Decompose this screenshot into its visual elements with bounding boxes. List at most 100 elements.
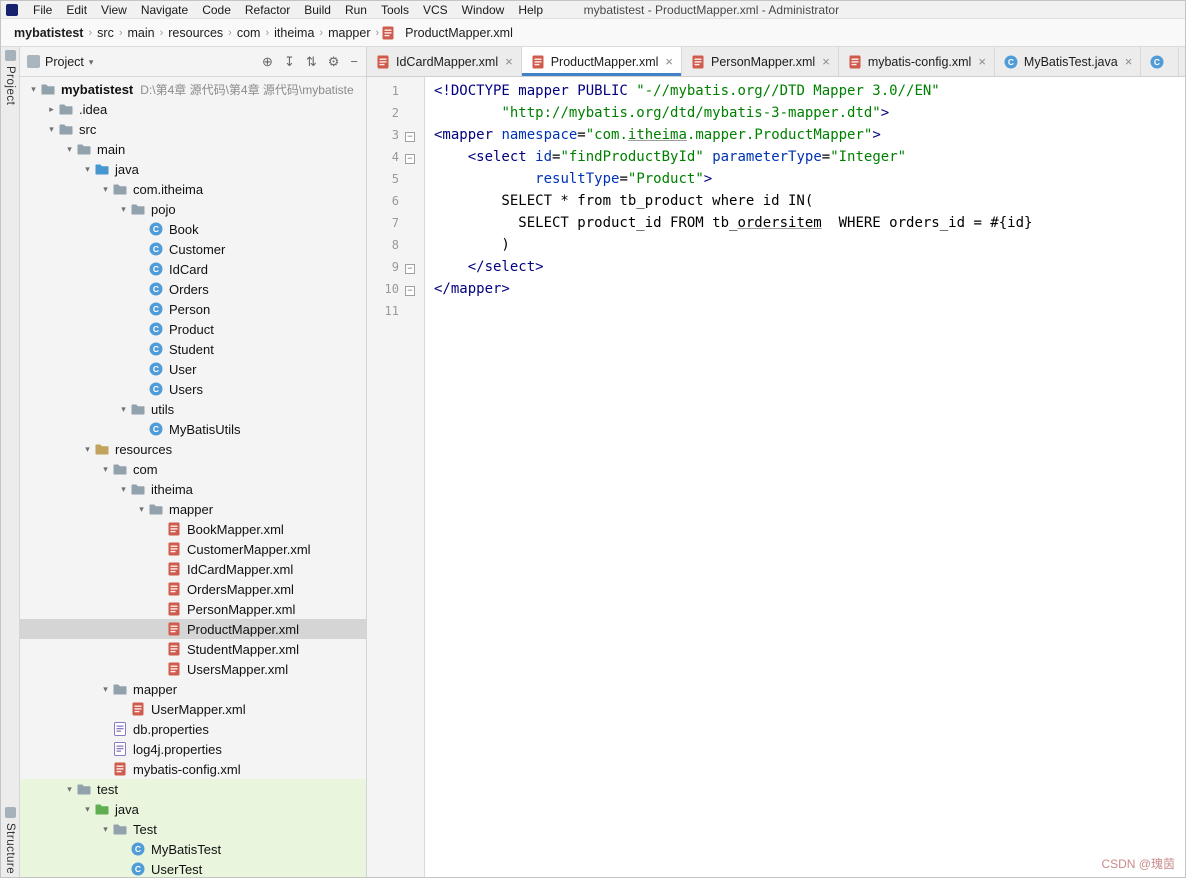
tree-item-db.properties[interactable]: db.properties [20,719,366,739]
expand-all-icon[interactable]: ↧ [284,54,295,70]
tree-item-mybatis-config.xml[interactable]: mybatis-config.xml [20,759,366,779]
tree-item-com[interactable]: ▾ com [20,459,366,479]
close-tab-icon[interactable]: × [822,55,830,68]
chevron-expanded-icon[interactable]: ▾ [117,204,130,215]
tree-item-mapper[interactable]: ▾ mapper [20,679,366,699]
tree-item-mybatistest[interactable]: ▾ mybatistest D:\第4章 源代码\第4章 源代码\mybatiste [20,79,366,99]
chevron-expanded-icon[interactable]: ▾ [63,784,76,795]
tree-item-pojo[interactable]: ▾ pojo [20,199,366,219]
chevron-expanded-icon[interactable]: ▾ [135,504,148,515]
breadcrumb-item-main[interactable]: main [124,25,159,41]
chevron-collapsed-icon[interactable]: ▸ [45,104,58,115]
tree-item-log4j.properties[interactable]: log4j.properties [20,739,366,759]
breadcrumb-item-mapper[interactable]: mapper [324,25,374,41]
chevron-expanded-icon[interactable]: ▾ [81,444,94,455]
tree-item-UserTest[interactable]: C UserTest [20,859,366,877]
chevron-expanded-icon[interactable]: ▾ [45,124,58,135]
chevron-expanded-icon[interactable]: ▾ [99,464,112,475]
chevron-expanded-icon[interactable]: ▾ [99,184,112,195]
breadcrumb-item-mybatistest[interactable]: mybatistest [10,25,87,41]
breadcrumb-item-ProductMapper.xml[interactable]: ProductMapper.xml [401,25,517,41]
editor-tab-PersonMapper.xml[interactable]: PersonMapper.xml × [682,47,839,76]
editor-tab-IdCardMapper.xml[interactable]: IdCardMapper.xml × [367,47,522,76]
locate-icon[interactable]: ⊕ [262,54,273,70]
hide-panel-icon[interactable]: − [350,54,358,69]
tree-item-User[interactable]: C User [20,359,366,379]
tree-item-src[interactable]: ▾ src [20,119,366,139]
collapse-all-icon[interactable]: ⇅ [306,54,317,70]
chevron-expanded-icon[interactable]: ▾ [117,484,130,495]
menu-window[interactable]: Window [455,3,512,17]
tree-item-Student[interactable]: C Student [20,339,366,359]
fold-marker-icon[interactable]: − [399,260,421,275]
chevron-expanded-icon[interactable]: ▾ [99,684,112,695]
editor-surface[interactable]: 1 2 3−4−5 6 7 8 9−10−11 <!DOCTYPE mapper PUBLI… [367,77,1185,877]
tool-stripe-structure-button[interactable]: Structure [1,806,19,874]
editor-tab-mybatis-config.xml[interactable]: mybatis-config.xml × [838,47,995,76]
chevron-down-icon[interactable]: ▾ [89,57,94,68]
menu-navigate[interactable]: Navigate [134,3,195,17]
tree-item-BookMapper.xml[interactable]: BookMapper.xml [20,519,366,539]
tool-stripe-project-button[interactable]: Project [1,50,19,105]
breadcrumb-item-itheima[interactable]: itheima [270,25,318,41]
fold-marker-icon[interactable]: − [399,150,421,165]
menu-view[interactable]: View [94,3,134,17]
menu-file[interactable]: File [26,3,59,17]
tree-item-ProductMapper.xml[interactable]: ProductMapper.xml [20,619,366,639]
tree-item-main[interactable]: ▾ main [20,139,366,159]
tree-item-PersonMapper.xml[interactable]: PersonMapper.xml [20,599,366,619]
close-tab-icon[interactable]: × [978,55,986,68]
close-tab-icon[interactable]: × [1125,55,1133,68]
tree-item-itheima[interactable]: ▾ itheima [20,479,366,499]
tree-item-com.itheima[interactable]: ▾ com.itheima [20,179,366,199]
close-tab-icon[interactable]: × [665,55,673,68]
tree-item-Product[interactable]: C Product [20,319,366,339]
chevron-expanded-icon[interactable]: ▾ [81,804,94,815]
tree-item-resources[interactable]: ▾ resources [20,439,366,459]
tree-item-IdCardMapper.xml[interactable]: IdCardMapper.xml [20,559,366,579]
editor-tab-partial[interactable]: C [1141,47,1180,76]
project-panel-title[interactable]: Project [45,55,84,69]
chevron-expanded-icon[interactable]: ▾ [63,144,76,155]
tree-item-MyBatisTest[interactable]: C MyBatisTest [20,839,366,859]
tree-item-java[interactable]: ▾ java [20,799,366,819]
menu-code[interactable]: Code [195,3,238,17]
tree-item-mapper[interactable]: ▾ mapper [20,499,366,519]
tree-item-Test[interactable]: ▾ Test [20,819,366,839]
menu-help[interactable]: Help [511,3,550,17]
chevron-expanded-icon[interactable]: ▾ [27,84,40,95]
settings-icon[interactable]: ⚙ [328,54,340,70]
breadcrumb-item-src[interactable]: src [93,25,118,41]
menu-build[interactable]: Build [297,3,338,17]
tree-item-Orders[interactable]: C Orders [20,279,366,299]
tree-item-.idea[interactable]: ▸ .idea [20,99,366,119]
tree-item-OrdersMapper.xml[interactable]: OrdersMapper.xml [20,579,366,599]
chevron-expanded-icon[interactable]: ▾ [81,164,94,175]
tree-item-StudentMapper.xml[interactable]: StudentMapper.xml [20,639,366,659]
fold-marker-icon[interactable]: − [399,128,421,143]
tree-item-UsersMapper.xml[interactable]: UsersMapper.xml [20,659,366,679]
tree-item-java[interactable]: ▾ java [20,159,366,179]
tree-item-UserMapper.xml[interactable]: UserMapper.xml [20,699,366,719]
tree-item-Book[interactable]: C Book [20,219,366,239]
menu-refactor[interactable]: Refactor [238,3,297,17]
tree-item-MyBatisUtils[interactable]: C MyBatisUtils [20,419,366,439]
breadcrumb-item-resources[interactable]: resources [164,25,227,41]
fold-marker-icon[interactable]: − [399,282,421,297]
tree-item-Users[interactable]: C Users [20,379,366,399]
breadcrumb-item-com[interactable]: com [233,25,265,41]
editor-tab-ProductMapper.xml[interactable]: ProductMapper.xml × [521,47,682,76]
tree-item-Customer[interactable]: C Customer [20,239,366,259]
chevron-expanded-icon[interactable]: ▾ [117,404,130,415]
close-tab-icon[interactable]: × [505,55,513,68]
menu-vcs[interactable]: VCS [416,3,455,17]
menu-tools[interactable]: Tools [374,3,416,17]
tree-item-Person[interactable]: C Person [20,299,366,319]
chevron-expanded-icon[interactable]: ▾ [99,824,112,835]
editor-tab-MyBatisTest.java[interactable]: C MyBatisTest.java × [994,47,1142,76]
menu-run[interactable]: Run [338,3,374,17]
tree-item-test[interactable]: ▾ test [20,779,366,799]
tree-item-CustomerMapper.xml[interactable]: CustomerMapper.xml [20,539,366,559]
tree-item-IdCard[interactable]: C IdCard [20,259,366,279]
tree-item-utils[interactable]: ▾ utils [20,399,366,419]
